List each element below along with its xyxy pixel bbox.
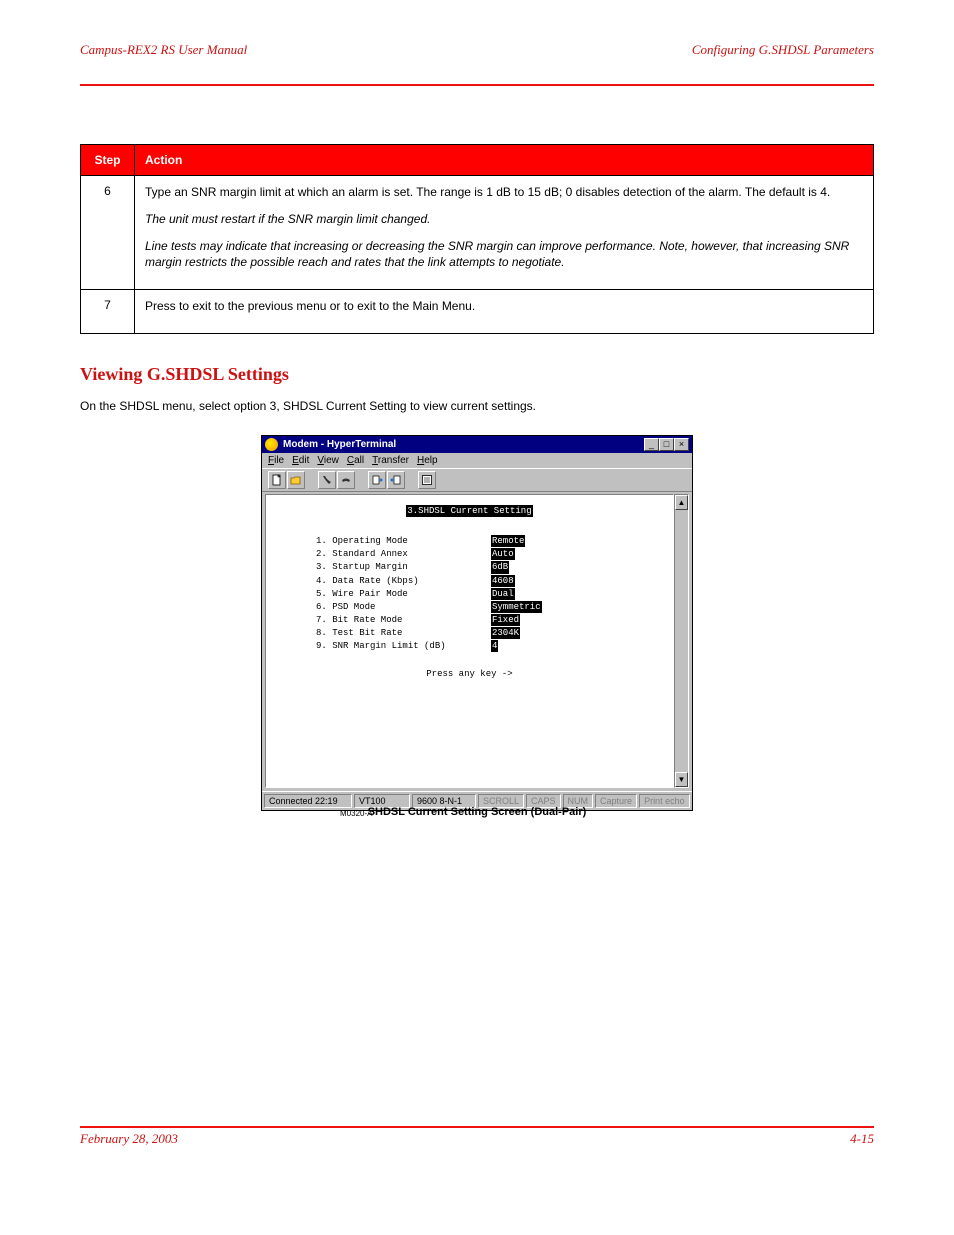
section-title: Viewing G.SHDSL Settings [80,364,874,385]
procedure-table: Step Action 6 Type an SNR margin limit a… [80,144,874,334]
setting-row: 1. Operating ModeRemote [316,535,665,547]
tool-properties-icon[interactable] [418,471,436,489]
press-any-key: Press any key -> [274,668,665,680]
th-step: Step [81,145,135,176]
setting-row: 8. Test Bit Rate2304K [316,627,665,639]
setting-value: Auto [491,548,515,560]
tool-call-icon[interactable] [318,471,336,489]
setting-row: 9. SNR Margin Limit (dB)4 [316,640,665,652]
step-7: 7 [81,290,135,334]
terminal-area[interactable]: 3.SHDSL Current Setting 1. Operating Mod… [265,494,674,788]
vertical-scrollbar[interactable]: ▲ ▼ [674,494,689,788]
tool-send-icon[interactable] [368,471,386,489]
menu-file[interactable]: File [268,455,284,466]
app-icon [265,438,278,451]
step-6-action: Type an SNR margin limit at which an ala… [135,176,874,290]
setting-row: 5. Wire Pair ModeDual [316,588,665,600]
screen-title: 3.SHDSL Current Setting [406,505,532,517]
setting-row: 2. Standard AnnexAuto [316,548,665,560]
section-body: On the SHDSL menu, select option 3, SHDS… [80,397,874,415]
toolbar [262,468,692,492]
setting-value: 6dB [491,561,509,573]
status-capture: Capture [595,794,637,808]
menubar: File Edit View Call Transfer Help [262,453,692,468]
menu-view[interactable]: View [317,455,339,466]
setting-label: 2. Standard Annex [316,548,491,560]
menu-transfer[interactable]: Transfer [372,455,409,466]
footer-rule [80,1126,874,1128]
menu-call[interactable]: Call [347,455,364,466]
step-6-p2: The unit must restart if the SNR margin … [145,211,863,228]
footer-left: February 28, 2003 [80,1131,178,1147]
header-rule [80,84,874,86]
menu-edit[interactable]: Edit [292,455,309,466]
tool-receive-icon[interactable] [387,471,405,489]
setting-label: 5. Wire Pair Mode [316,588,491,600]
setting-row: 6. PSD ModeSymmetric [316,601,665,613]
menu-help[interactable]: Help [417,455,438,466]
step-6-p3: Line tests may indicate that increasing … [145,238,863,272]
setting-label: 9. SNR Margin Limit (dB) [316,640,491,652]
setting-value: Dual [491,588,515,600]
setting-value: Symmetric [491,601,542,613]
scroll-down-icon[interactable]: ▼ [675,772,688,787]
setting-value: Remote [491,535,525,547]
setting-label: 3. Startup Margin [316,561,491,573]
setting-value: 2304K [491,627,520,639]
step-6: 6 [81,176,135,290]
setting-label: 4. Data Rate (Kbps) [316,575,491,587]
scroll-up-icon[interactable]: ▲ [675,495,688,510]
setting-label: 8. Test Bit Rate [316,627,491,639]
tool-open-icon[interactable] [287,471,305,489]
setting-label: 6. PSD Mode [316,601,491,613]
titlebar[interactable]: Modem - HyperTerminal _ □ × [262,436,692,453]
footer-right: 4-15 [850,1131,874,1147]
figure-caption: SHDSL Current Setting Screen (Dual-Pair) [80,806,874,818]
setting-row: 4. Data Rate (Kbps)4608 [316,575,665,587]
status-printecho: Print echo [639,794,690,808]
window-title: Modem - HyperTerminal [283,439,639,450]
setting-label: 1. Operating Mode [316,535,491,547]
maximize-button[interactable]: □ [659,438,674,451]
tool-new-icon[interactable] [268,471,286,489]
tool-hangup-icon[interactable] [337,471,355,489]
close-button[interactable]: × [674,438,689,451]
th-action: Action [135,145,874,176]
header-right: Configuring G.SHDSL Parameters [692,42,874,58]
setting-row: 3. Startup Margin6dB [316,561,665,573]
setting-value: 4 [491,640,498,652]
setting-value: 4608 [491,575,515,587]
hyperterminal-window: Modem - HyperTerminal _ □ × File Edit Vi… [261,435,693,811]
status-time: Connected 22:19 [264,794,352,808]
setting-label: 7. Bit Rate Mode [316,614,491,626]
setting-row: 7. Bit Rate ModeFixed [316,614,665,626]
header-left: Campus-REX2 RS User Manual [80,42,247,58]
step-7-p1: Press to exit to the previous menu or to… [145,298,863,315]
step-7-action: Press to exit to the previous menu or to… [135,290,874,334]
minimize-button[interactable]: _ [644,438,659,451]
step-6-p1: Type an SNR margin limit at which an ala… [145,184,863,201]
setting-value: Fixed [491,614,520,626]
